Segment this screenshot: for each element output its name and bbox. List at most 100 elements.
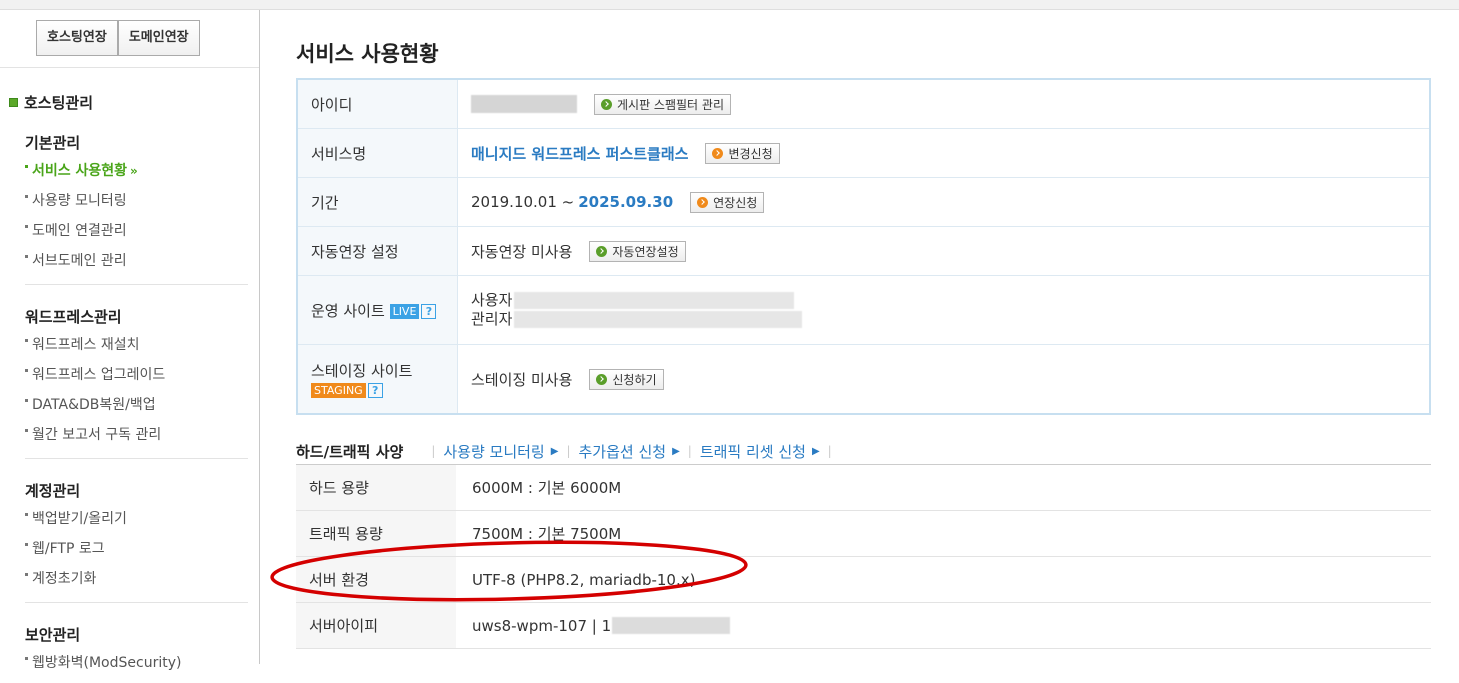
- sidebar-item-subdomain[interactable]: 서브도메인 관리: [25, 251, 138, 281]
- help-icon[interactable]: ?: [421, 303, 437, 319]
- live-badge: LIVE: [389, 303, 420, 319]
- disk-value: 6000M : 기본 6000M: [472, 479, 622, 497]
- server-ip-text: uws8-wpm-107 | 1: [472, 616, 612, 635]
- sidebar-item-web-ftp-log[interactable]: 웹/FTP 로그: [25, 539, 127, 569]
- group-title-basic: 기본관리: [25, 134, 81, 152]
- id-value: 게시판 스팸필터 관리: [458, 80, 1429, 128]
- redacted-ip: [612, 617, 731, 634]
- help-icon[interactable]: ?: [367, 382, 383, 398]
- group-wordpress: 워드프레스관리 워드프레스 재설치 워드프레스 업그레이드 DATA&DB복원/…: [25, 306, 165, 455]
- disk-label: 하드 용량: [296, 465, 456, 510]
- group-basic: 기본관리 서비스 사용현황» 사용량 모니터링 도메인 연결관리 서브도메인 관…: [25, 132, 138, 281]
- spec-header: 하드/트래픽 사양 | 사용량 모니터링 ▶ | 추가옵션 신청 ▶ | 트래픽 리…: [296, 438, 1431, 464]
- bullet-icon: [25, 573, 28, 576]
- table-row: 서버아이피 uws8-wpm-107 | 1: [296, 603, 1431, 649]
- separator: |: [431, 444, 436, 458]
- bullet-icon: [25, 429, 28, 432]
- bullet-icon: [25, 399, 28, 402]
- sidebar-item-usage-monitoring[interactable]: 사용량 모니터링: [25, 191, 138, 221]
- hosting-extend-button[interactable]: 호스팅연장: [36, 20, 118, 56]
- button-label: 변경신청: [728, 146, 773, 161]
- divider: [25, 458, 248, 459]
- usage-monitoring-link[interactable]: 사용량 모니터링: [443, 441, 544, 462]
- divider: [25, 602, 248, 603]
- traffic-label: 트래픽 용량: [296, 511, 456, 556]
- group-title-security: 보안관리: [25, 626, 81, 644]
- top-bar: [0, 0, 1459, 10]
- info-row-staging-site: 스테이징 사이트 STAGING? 스테이징 미사용 신청하기: [298, 345, 1429, 413]
- live-site-label: 운영 사이트 LIVE?: [298, 276, 458, 344]
- arrow-circle-icon: [697, 196, 709, 208]
- triangle-right-icon: ▶: [550, 445, 559, 457]
- separator: |: [827, 444, 832, 458]
- sidebar-item-account-reset[interactable]: 계정초기화: [25, 569, 127, 599]
- divider: [0, 67, 259, 68]
- sidebar-item-monthly-report[interactable]: 월간 보고서 구독 관리: [25, 425, 165, 455]
- staging-status: 스테이징 미사용: [471, 370, 573, 389]
- sidebar-item-backup-upload[interactable]: 백업받기/올리기: [25, 509, 127, 539]
- traffic-reset-link[interactable]: 트래픽 리셋 신청: [700, 441, 806, 462]
- staging-badge: STAGING: [311, 382, 366, 398]
- table-row: 트래픽 용량 7500M : 기본 7500M: [296, 511, 1431, 557]
- bullet-icon: [25, 225, 28, 228]
- auto-renew-settings-button[interactable]: 자동연장설정: [589, 240, 686, 262]
- add-option-link[interactable]: 추가옵션 신청: [578, 441, 666, 462]
- arrow-circle-icon: [596, 373, 608, 385]
- divider: [25, 284, 248, 285]
- sidebar-item-label: 사용량 모니터링: [32, 193, 127, 209]
- staging-site-value: 스테이징 미사용 신청하기: [458, 345, 1429, 413]
- sidebar-item-service-status[interactable]: 서비스 사용현황»: [25, 161, 138, 191]
- domain-extend-button[interactable]: 도메인연장: [117, 20, 200, 56]
- sidebar-item-label: 월간 보고서 구독 관리: [32, 427, 162, 443]
- period-start: 2019.10.01 ~: [471, 193, 575, 211]
- triangle-right-icon: ▶: [672, 445, 680, 457]
- sidebar-item-wp-upgrade[interactable]: 워드프레스 업그레이드: [25, 365, 165, 395]
- auto-renew-value: 자동연장 미사용 자동연장설정: [458, 227, 1429, 275]
- service-label: 서비스명: [298, 129, 458, 177]
- sidebar-item-domain-connect[interactable]: 도메인 연결관리: [25, 221, 138, 251]
- extension-buttons: 호스팅연장 도메인연장: [36, 20, 200, 56]
- sidebar-item-label: 서브도메인 관리: [32, 253, 127, 269]
- bullet-icon: [25, 543, 28, 546]
- bullet-icon: [25, 369, 28, 372]
- sidebar-item-label: 도메인 연결관리: [32, 223, 127, 239]
- period-value: 2019.10.01 ~ 2025.09.30 연장신청: [458, 178, 1429, 226]
- service-value: 매니지드 워드프레스 퍼스트클래스 변경신청: [458, 129, 1429, 177]
- redacted-admin-url: [514, 311, 803, 328]
- spam-filter-button[interactable]: 게시판 스팸필터 관리: [594, 93, 731, 115]
- sidebar-item-waf[interactable]: 웹방화벽(ModSecurity): [25, 653, 181, 683]
- separator: |: [687, 444, 692, 458]
- spec-table: 하드 용량 6000M : 기본 6000M 트래픽 용량 7500M : 기본…: [296, 464, 1431, 649]
- info-row-service: 서비스명 매니지드 워드프레스 퍼스트클래스 변경신청: [298, 129, 1429, 178]
- sidebar-item-backup-restore[interactable]: DATA&DB복원/백업: [25, 395, 165, 425]
- service-info-table: 아이디 게시판 스팸필터 관리 서비스명 매니지드 워드프레스 퍼스트클래스 변…: [296, 78, 1431, 415]
- period-end: 2025.09.30: [578, 193, 674, 211]
- info-row-auto-renew: 자동연장 설정 자동연장 미사용 자동연장설정: [298, 227, 1429, 276]
- sidebar-item-label: DATA&DB복원/백업: [32, 397, 156, 413]
- sidebar-item-label: 워드프레스 업그레이드: [32, 367, 166, 383]
- server-env-label: 서버 환경: [296, 557, 456, 602]
- square-bullet-icon: [9, 98, 18, 107]
- bullet-icon: [25, 339, 28, 342]
- bullet-icon: [25, 657, 28, 660]
- traffic-value: 7500M : 기본 7500M: [472, 525, 622, 543]
- redacted-id: [471, 95, 577, 113]
- button-label: 자동연장설정: [612, 244, 679, 259]
- staging-site-label: 스테이징 사이트 STAGING?: [298, 345, 458, 413]
- group-security: 보안관리 웹방화벽(ModSecurity): [25, 624, 181, 683]
- bullet-icon: [25, 165, 28, 168]
- extend-request-button[interactable]: 연장신청: [690, 191, 765, 213]
- change-request-button[interactable]: 변경신청: [705, 142, 780, 164]
- staging-apply-button[interactable]: 신청하기: [589, 368, 664, 390]
- service-name: 매니지드 워드프레스 퍼스트클래스: [471, 144, 689, 163]
- section-title-text: 호스팅관리: [24, 94, 94, 112]
- arrow-circle-icon: [712, 147, 724, 159]
- staging-site-label-text: 스테이징 사이트: [311, 361, 413, 380]
- sidebar-item-wp-reinstall[interactable]: 워드프레스 재설치: [25, 335, 165, 365]
- auto-renew-status: 자동연장 미사용: [471, 242, 573, 261]
- table-row: 하드 용량 6000M : 기본 6000M: [296, 465, 1431, 511]
- server-env-value: UTF-8 (PHP8.2, mariadb-10.x): [472, 570, 696, 589]
- section-title: 호스팅관리: [9, 92, 93, 113]
- group-title-wordpress: 워드프레스관리: [25, 308, 122, 326]
- period-label: 기간: [298, 178, 458, 226]
